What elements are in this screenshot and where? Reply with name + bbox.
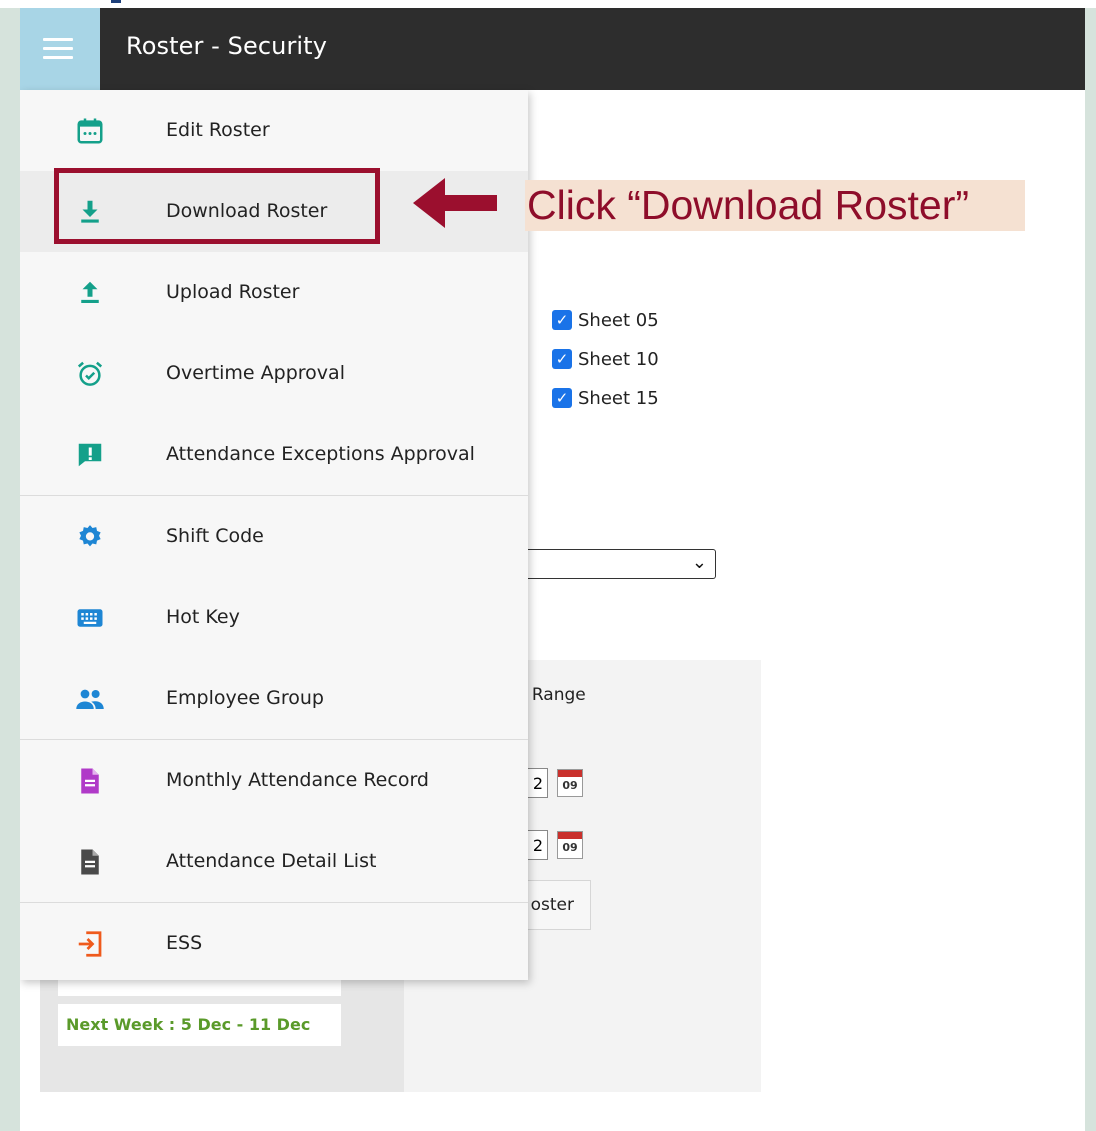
sheet-checkbox-row[interactable]: ✓ Sheet 10 [552,346,659,372]
gear-icon [73,520,107,554]
people-icon [73,682,107,716]
menu-item-label: Attendance Detail List [166,850,377,872]
sheet-label: Sheet 05 [578,309,659,331]
menu-item-label: Attendance Exceptions Approval [166,443,475,465]
menu-item-label: Shift Code [166,525,264,547]
calendar-day: 09 [562,779,578,792]
hamburger-icon [43,56,73,59]
menu-item-label: Upload Roster [166,281,300,303]
calendar-day: 09 [562,841,578,854]
page-title: Roster - Security [126,32,328,60]
document-purple-icon [73,764,107,798]
sheet-label: Sheet 15 [578,387,659,409]
sheet-select[interactable]: ⌄ [500,549,716,579]
menu-item-monthly-attendance-record[interactable]: Monthly Attendance Record [20,740,528,821]
calendar-icon[interactable]: 09 [557,831,583,859]
top-strip [0,0,1096,8]
checkbox-checked-icon[interactable]: ✓ [552,388,572,408]
login-arrow-icon [73,927,107,961]
next-week-chip[interactable]: Next Week : 5 Dec - 11 Dec [58,1004,341,1046]
upload-icon [73,276,107,310]
menu-item-ess[interactable]: ESS [20,903,528,984]
exclamation-message-icon [73,438,107,472]
app-bar: Roster - Security [20,8,1085,90]
menu-item-upload-roster[interactable]: Upload Roster [20,252,528,333]
calendar-icon[interactable]: 09 [557,769,583,797]
menu-item-employee-group[interactable]: Employee Group [20,658,528,739]
menu-item-label: Employee Group [166,687,324,709]
menu-item-label: Edit Roster [166,119,270,141]
menu-toggle-button[interactable] [20,8,100,90]
menu-item-overtime-approval[interactable]: Overtime Approval [20,333,528,414]
app-window: Roster - Security ✓ Sheet 05 ✓ Sheet 10 … [20,8,1085,1131]
menu-item-label: Download Roster [166,200,328,222]
menu-item-attendance-exceptions-approval[interactable]: Attendance Exceptions Approval [20,414,528,495]
menu-item-label: ESS [166,932,203,954]
menu-item-shift-code[interactable]: Shift Code [20,496,528,577]
menu-item-label: Hot Key [166,606,240,628]
menu-item-hot-key[interactable]: Hot Key [20,577,528,658]
checkbox-checked-icon[interactable]: ✓ [552,310,572,330]
download-icon [73,195,107,229]
annotation-arrow-icon [413,178,497,228]
sheet-checkbox-row[interactable]: ✓ Sheet 05 [552,307,659,333]
hamburger-icon [43,47,73,50]
calendar-icon [73,114,107,148]
menu-item-label: Monthly Attendance Record [166,769,429,791]
menu-item-attendance-detail-list[interactable]: Attendance Detail List [20,821,528,902]
menu-item-edit-roster[interactable]: Edit Roster [20,90,528,171]
document-gray-icon [73,845,107,879]
menu-item-label: Overtime Approval [166,362,345,384]
keyboard-icon [73,601,107,635]
annotation-callout: Click “Download Roster” [525,180,1025,231]
alarm-check-icon [73,357,107,391]
sheet-checkbox-row[interactable]: ✓ Sheet 15 [552,385,659,411]
hamburger-icon [43,38,73,41]
sheet-label: Sheet 10 [578,348,659,370]
checkbox-checked-icon[interactable]: ✓ [552,349,572,369]
top-strip-mark [111,0,121,3]
chevron-down-icon: ⌄ [691,552,707,573]
